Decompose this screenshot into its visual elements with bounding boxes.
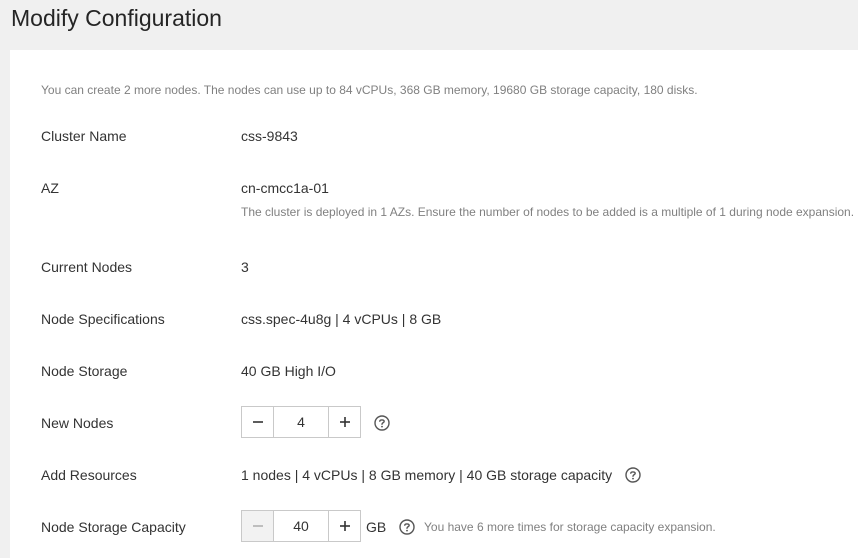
page-title: Modify Configuration	[11, 5, 222, 31]
question-circle-icon[interactable]	[374, 415, 390, 431]
storage-capacity-input[interactable]	[274, 511, 328, 541]
new-nodes-decrement-button[interactable]	[242, 407, 274, 437]
node-spec-label: Node Specifications	[41, 311, 165, 327]
current-nodes-value: 3	[241, 259, 249, 275]
plus-icon	[339, 521, 350, 531]
storage-capacity-unit: GB	[366, 519, 387, 535]
add-resources-value: 1 nodes | 4 vCPUs | 8 GB memory | 40 GB …	[241, 467, 613, 483]
new-nodes-increment-button[interactable]	[328, 407, 360, 437]
question-circle-icon[interactable]	[625, 467, 641, 483]
row-az: AZ cn-cmcc1a-01 The cluster is deployed …	[10, 178, 858, 219]
quota-tip: You can create 2 more nodes. The nodes c…	[41, 83, 698, 97]
row-new-nodes: New Nodes	[10, 406, 858, 438]
az-value: cn-cmcc1a-01	[241, 180, 329, 196]
row-node-spec: Node Specifications css.spec-4u8g | 4 vC…	[10, 309, 858, 329]
add-resources-label: Add Resources	[41, 467, 137, 483]
minus-icon	[252, 525, 263, 527]
row-cluster-name: Cluster Name css-9843	[10, 126, 858, 146]
storage-capacity-tip: You have 6 more times for storage capaci…	[424, 520, 716, 534]
minus-icon	[252, 421, 263, 423]
new-nodes-input[interactable]	[274, 407, 328, 437]
node-storage-label: Node Storage	[41, 363, 128, 379]
new-nodes-label: New Nodes	[41, 415, 114, 431]
row-node-storage: Node Storage 40 GB High I/O	[10, 361, 858, 381]
node-storage-value: 40 GB High I/O	[241, 363, 336, 379]
row-add-resources: Add Resources 1 nodes | 4 vCPUs | 8 GB m…	[10, 465, 858, 485]
row-current-nodes: Current Nodes 3	[10, 257, 858, 277]
plus-icon	[339, 417, 350, 427]
question-circle-icon[interactable]	[399, 519, 415, 535]
storage-capacity-stepper	[241, 510, 361, 542]
az-tip: The cluster is deployed in 1 AZs. Ensure…	[241, 205, 855, 219]
cluster-name-value: css-9843	[241, 128, 298, 144]
az-label: AZ	[41, 180, 59, 196]
storage-capacity-label: Node Storage Capacity	[41, 519, 186, 535]
current-nodes-label: Current Nodes	[41, 259, 133, 275]
storage-capacity-decrement-button[interactable]	[242, 511, 274, 541]
node-spec-value: css.spec-4u8g | 4 vCPUs | 8 GB	[241, 311, 442, 327]
cluster-name-label: Cluster Name	[41, 128, 127, 144]
row-storage-capacity: Node Storage Capacity GB You have 6 more…	[10, 510, 858, 542]
config-panel: You can create 2 more nodes. The nodes c…	[10, 50, 858, 558]
storage-capacity-increment-button[interactable]	[328, 511, 360, 541]
new-nodes-stepper	[241, 406, 361, 438]
